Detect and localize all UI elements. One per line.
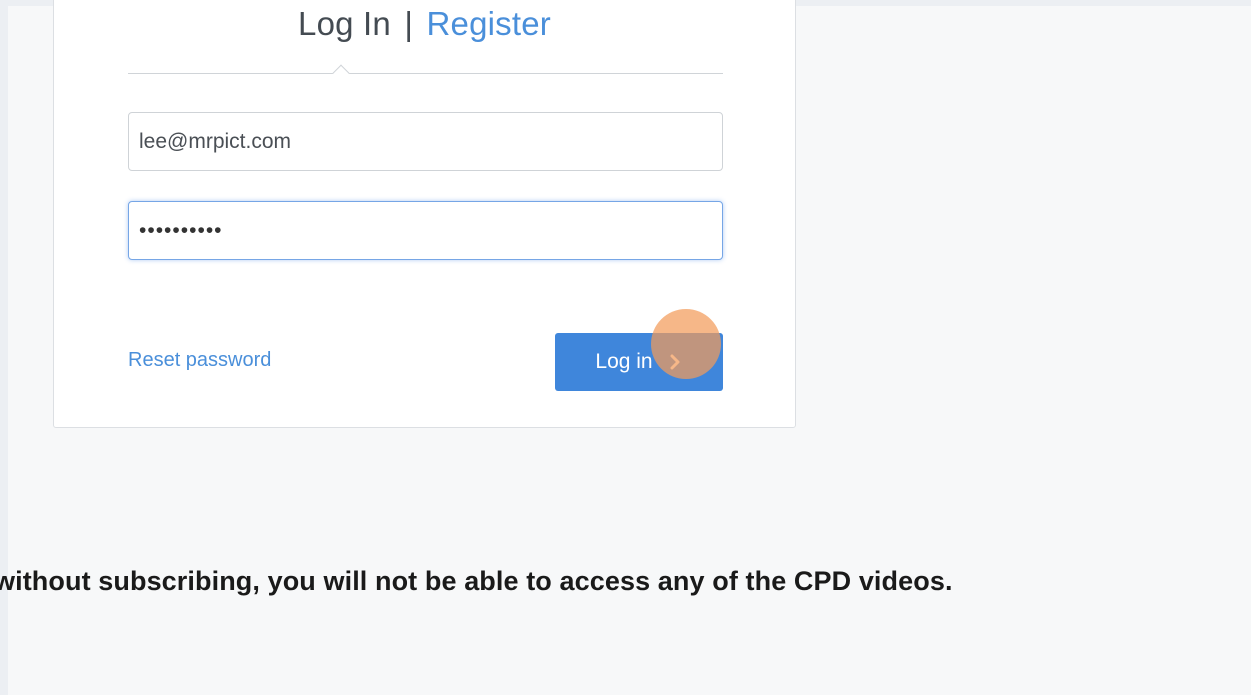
active-tab-notch <box>332 64 350 82</box>
tab-divider <box>128 73 723 74</box>
subscription-notice: without subscribing, you will not be abl… <box>0 566 953 596</box>
reset-password-link[interactable]: Reset password <box>128 349 271 372</box>
email-field[interactable] <box>128 112 723 171</box>
chevron-right-icon <box>667 353 683 371</box>
auth-tabs: Log In | Register <box>54 5 795 43</box>
tab-register[interactable]: Register <box>427 5 551 42</box>
password-field[interactable] <box>128 201 723 260</box>
page: Log In | Register Reset password Log in … <box>0 0 1251 695</box>
login-button[interactable]: Log in <box>555 333 723 391</box>
tab-separator: | <box>404 5 414 42</box>
login-card: Log In | Register Reset password Log in <box>53 0 796 428</box>
tab-log-in[interactable]: Log In <box>298 5 391 42</box>
login-button-label: Log in <box>595 350 653 373</box>
